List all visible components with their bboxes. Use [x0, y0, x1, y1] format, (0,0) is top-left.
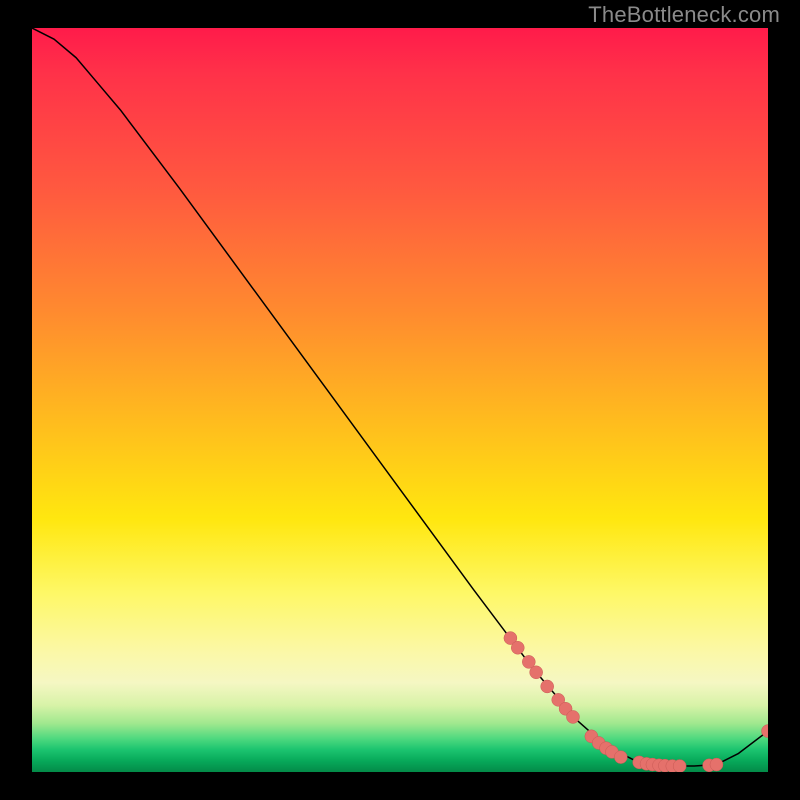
curve-marker: [566, 710, 579, 723]
watermark-text: TheBottleneck.com: [588, 2, 780, 28]
curve-marker: [710, 758, 723, 771]
curve-marker: [530, 666, 543, 679]
bottleneck-curve: [32, 28, 768, 766]
curve-marker: [511, 641, 524, 654]
curve-marker: [673, 760, 686, 772]
curve-marker: [541, 680, 554, 693]
chart-plot-area: [32, 28, 768, 772]
curve-marker: [614, 751, 627, 764]
chart-overlay: [32, 28, 768, 772]
curve-markers: [504, 632, 768, 772]
